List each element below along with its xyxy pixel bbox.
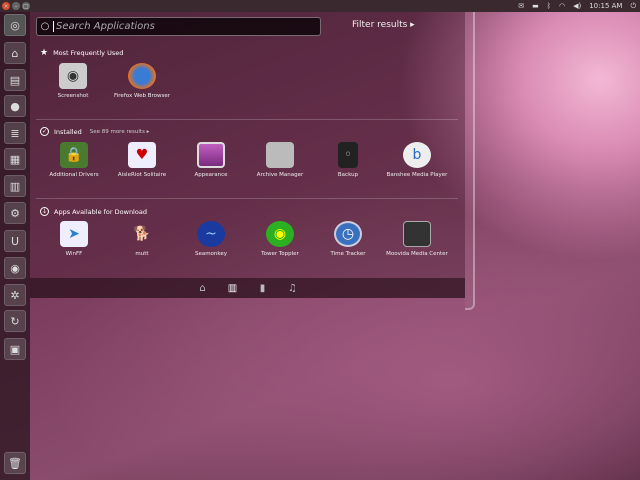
app-label: AisleRiot Solitaire: [117, 172, 167, 178]
banshee-icon: b: [403, 142, 431, 168]
tv-icon: [403, 221, 431, 247]
cards-icon: ♥: [128, 142, 156, 168]
firefox-icon: [128, 63, 156, 89]
spreadsheet-icon[interactable]: ▦: [4, 148, 26, 170]
volume-icon[interactable]: ◀): [573, 2, 581, 10]
seamonkey-icon: ~: [197, 221, 225, 247]
monitor-icon: [197, 142, 225, 168]
filter-results-button[interactable]: Filter results ▸: [352, 20, 415, 30]
files-icon[interactable]: ▤: [4, 69, 26, 91]
safe-icon: ◦: [338, 142, 358, 168]
star-icon: ★: [40, 48, 49, 58]
search-input[interactable]: [53, 21, 320, 32]
section-download: ↓ Apps Available for Download: [40, 207, 147, 216]
presentation-icon[interactable]: ▥: [4, 175, 26, 197]
update-manager-icon[interactable]: ↻: [4, 310, 26, 332]
section-title: Installed: [54, 127, 82, 136]
winff-icon: ➤: [60, 221, 88, 247]
app-time-tracker[interactable]: ◷ Time Tracker: [313, 221, 383, 257]
maximize-window-icon[interactable]: □: [22, 2, 30, 10]
divider: [36, 198, 458, 199]
section-installed: ✓ Installed See 89 more results ▸: [40, 127, 149, 136]
app-label: Screenshot: [57, 93, 89, 99]
clock-icon: ◷: [334, 221, 362, 247]
app-seamonkey[interactable]: ~ Seamonkey: [176, 221, 246, 257]
bluetooth-icon[interactable]: ᛒ: [547, 2, 551, 10]
lens-bar: ⌂ ▥ ▮ ♫: [30, 278, 465, 298]
ubuntu-one-icon[interactable]: U: [4, 230, 26, 252]
dog-icon: 🐕: [133, 226, 151, 242]
app-label: Time Tracker: [330, 251, 366, 257]
app-label: Moovida Media Center: [386, 251, 448, 257]
section-most-used: ★ Most Frequently Used: [40, 48, 123, 58]
mail-icon[interactable]: ✉: [518, 2, 524, 10]
app-label: Tower Toppler: [261, 251, 299, 257]
system-settings-icon[interactable]: ✲: [4, 284, 26, 306]
see-more-results-link[interactable]: See 89 more results ▸: [90, 129, 150, 135]
app-banshee[interactable]: b Banshee Media Player: [382, 142, 452, 178]
app-label: Archive Manager: [256, 172, 304, 178]
clock[interactable]: 10:15 AM: [589, 2, 622, 10]
workspaces-icon[interactable]: ▣: [4, 338, 26, 360]
search-bar[interactable]: ○: [36, 17, 321, 36]
app-label: mutt: [135, 251, 149, 257]
files-lens-icon[interactable]: ▮: [257, 283, 269, 294]
section-title: Apps Available for Download: [54, 207, 147, 216]
archive-icon: [266, 142, 294, 168]
home-folder-icon[interactable]: ⌂: [4, 42, 26, 64]
app-label: Additional Drivers: [49, 172, 99, 178]
settings-icon[interactable]: ⚙: [4, 202, 26, 224]
divider: [36, 119, 458, 120]
check-icon: ✓: [40, 127, 49, 136]
document-icon[interactable]: ≣: [4, 122, 26, 144]
wifi-icon[interactable]: ◠: [559, 2, 565, 10]
search-icon: ○: [40, 21, 50, 32]
app-appearance[interactable]: Appearance: [176, 142, 246, 178]
app-tower-toppler[interactable]: ◉ Tower Toppler: [245, 221, 315, 257]
applications-lens-icon[interactable]: ▥: [227, 283, 239, 294]
launcher: ◎ ⌂ ▤ ● ≣ ▦ ▥ ⚙ U ◉ ✲ ↻ ▣ 🗑: [0, 12, 30, 480]
app-aisleriot[interactable]: ♥ AisleRiot Solitaire: [107, 142, 177, 178]
app-label: WinFF: [65, 251, 83, 257]
app-label: Banshee Media Player: [386, 172, 448, 178]
app-screenshot[interactable]: ◉ Screenshot: [38, 63, 108, 99]
trash-icon[interactable]: 🗑: [4, 452, 26, 474]
app-label: Firefox Web Browser: [114, 93, 170, 99]
minimize-window-icon[interactable]: –: [12, 2, 20, 10]
download-icon: ↓: [40, 207, 49, 216]
screenshot-icon[interactable]: ◉: [4, 257, 26, 279]
dash-border: [465, 12, 475, 310]
app-archive-manager[interactable]: Archive Manager: [245, 142, 315, 178]
app-moovida[interactable]: Moovida Media Center: [382, 221, 452, 257]
firefox-icon[interactable]: ●: [4, 95, 26, 117]
frog-icon: ◉: [266, 221, 294, 247]
music-lens-icon[interactable]: ♫: [287, 283, 299, 294]
camera-icon: ◉: [59, 63, 87, 89]
app-winff[interactable]: ➤ WinFF: [39, 221, 109, 257]
app-firefox[interactable]: Firefox Web Browser: [107, 63, 177, 99]
app-label: Appearance: [194, 172, 228, 178]
home-lens-icon[interactable]: ⌂: [197, 283, 209, 294]
app-label: Seamonkey: [194, 251, 228, 257]
battery-icon[interactable]: ▬: [532, 2, 539, 10]
app-backup[interactable]: ◦ Backup: [313, 142, 383, 178]
app-mutt[interactable]: 🐕 mutt: [107, 221, 177, 257]
power-icon[interactable]: ⏻: [630, 2, 636, 11]
close-window-icon[interactable]: ×: [2, 2, 10, 10]
driver-icon: 🔒: [60, 142, 88, 168]
ubuntu-logo-icon[interactable]: ◎: [4, 14, 26, 36]
section-title: Most Frequently Used: [53, 49, 124, 57]
app-label: Backup: [337, 172, 359, 178]
top-panel: × – □ ✉ ▬ ᛒ ◠ ◀) 10:15 AM ⏻: [0, 0, 640, 12]
app-additional-drivers[interactable]: 🔒 Additional Drivers: [39, 142, 109, 178]
